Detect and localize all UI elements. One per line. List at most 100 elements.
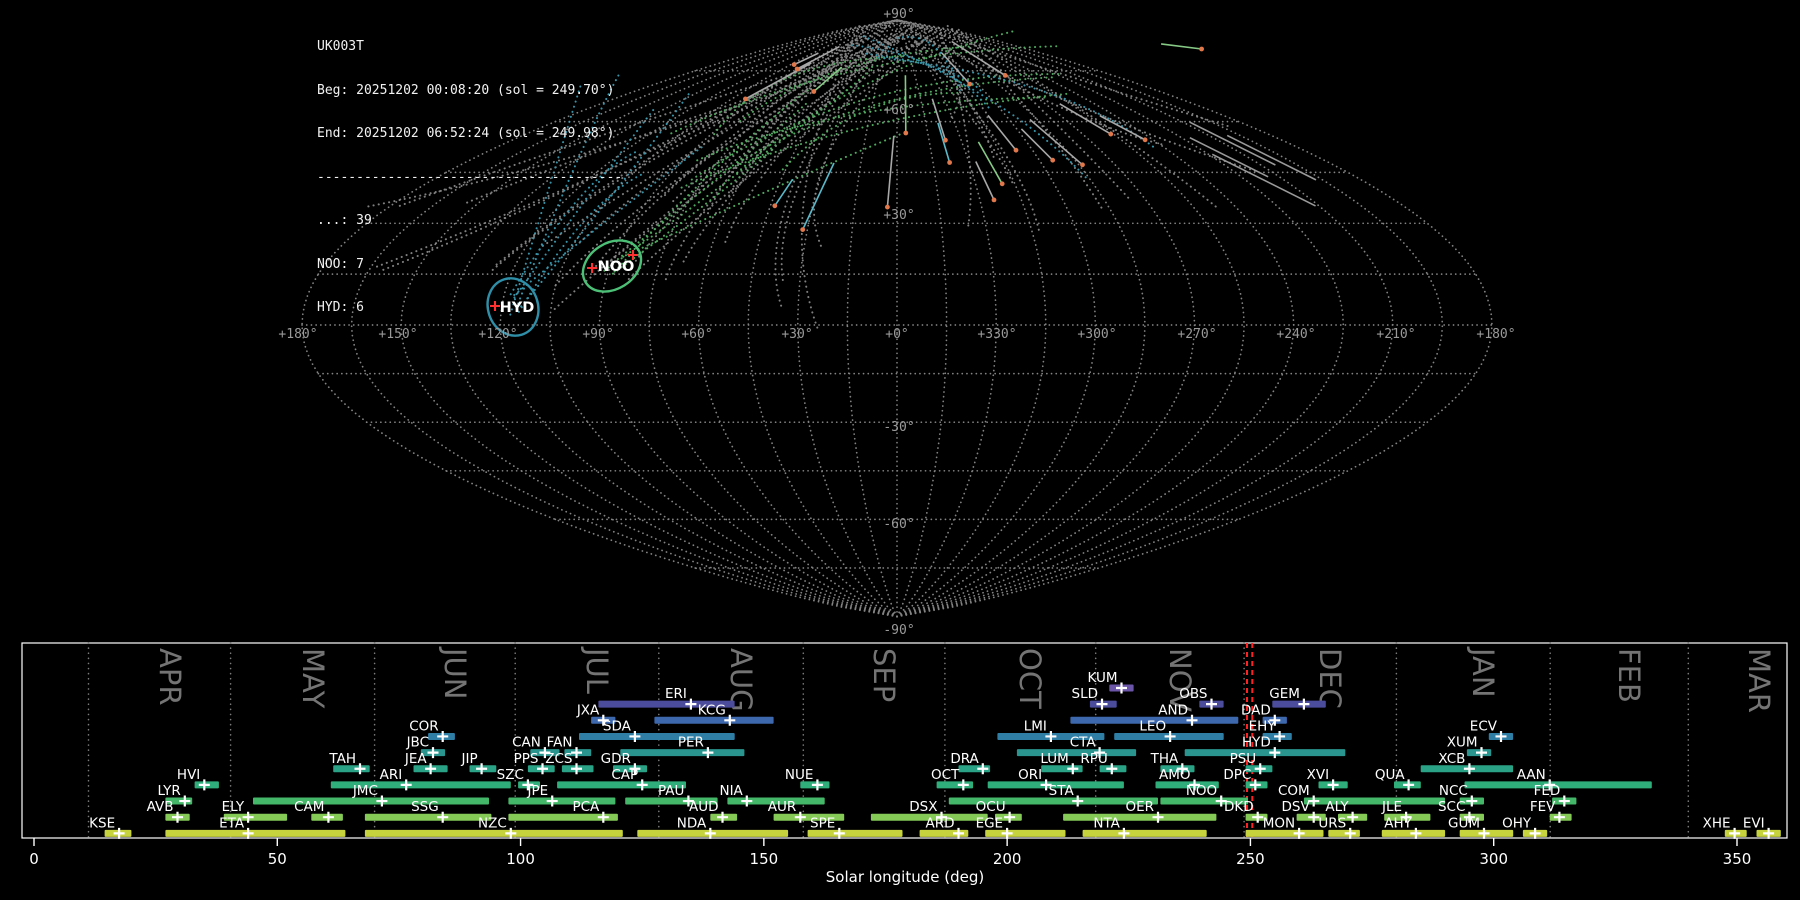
shower-label-STA: STA [1049, 783, 1075, 799]
shower-peak-marker-AHY [1410, 827, 1422, 839]
shower-peak-marker-ETA [242, 827, 254, 839]
shower-label-CTA: CTA [1070, 735, 1097, 751]
lat-label: +90° [883, 7, 914, 22]
shower-label-FEV: FEV [1530, 799, 1556, 815]
shower-label-KCG: KCG [698, 702, 726, 718]
x-tick-label: 300 [1479, 850, 1508, 868]
shower-peak-marker-AUR [794, 811, 806, 823]
shower-peak-marker-EHY [1274, 730, 1286, 742]
shower-peak-marker-HVI [198, 779, 210, 791]
shower-peak-marker-NDA [704, 827, 716, 839]
shower-label-CAM: CAM [294, 799, 324, 815]
shower-label-ORI: ORI [1018, 767, 1042, 783]
shower-peak-marker-OCU [1004, 811, 1016, 823]
shower-peak-marker-EGE [1001, 827, 1013, 839]
lon-label: +210° [1376, 327, 1415, 342]
shower-label-DPC: DPC [1223, 767, 1251, 783]
month-label-MAY: MAY [296, 648, 330, 709]
lat-label: -60° [883, 517, 914, 532]
x-tick-label: 50 [268, 850, 287, 868]
shower-peak-marker-LUM [1067, 763, 1079, 775]
shower-label-PPS: PPS [514, 751, 539, 767]
x-tick-label: 200 [993, 850, 1022, 868]
shower-label-NIA: NIA [719, 783, 743, 799]
shower-peak-marker-MON [1293, 827, 1305, 839]
month-label-MAR: MAR [1742, 648, 1776, 713]
shower-label-NUE: NUE [785, 767, 814, 783]
shower-label-NCC: NCC [1439, 783, 1468, 799]
shower-peak-marker-KSE [113, 827, 125, 839]
shower-peak-marker-OBS [1206, 698, 1217, 710]
shower-peak-marker-AUD [717, 811, 728, 823]
shower-label-CAP: CAP [611, 767, 638, 783]
x-tick-label: 350 [1723, 850, 1752, 868]
shower-peak-marker-SDA [629, 730, 641, 742]
shower-peak-marker-COM [1308, 795, 1320, 807]
shower-peak-marker-PSU [1254, 763, 1266, 775]
lon-label: +30° [781, 327, 812, 342]
x-tick-label: 150 [750, 850, 779, 868]
shower-label-ETA: ETA [219, 815, 245, 831]
shower-peak-marker-JEA [425, 763, 437, 775]
shower-label-AND: AND [1158, 702, 1188, 718]
shower-peak-marker-STA [1072, 795, 1084, 807]
shower-peak-marker-XUM [1476, 747, 1487, 759]
shower-label-AHY: AHY [1384, 815, 1412, 831]
shower-peak-marker-CAM [322, 811, 334, 823]
lon-label: +180° [1476, 327, 1515, 342]
shower-peak-marker-QUA [1403, 779, 1415, 791]
shower-bars: KUM ERI SLD OBS GEM JXA KCG AND DAD COR SDA LMI LEO E… [89, 670, 1781, 839]
shower-label-XHE: XHE [1703, 815, 1731, 831]
shower-label-COR: COR [409, 719, 438, 735]
shower-label-PAU: PAU [658, 783, 684, 799]
end-time: End: 20251202 06:52:24 (sol = 249.98°) [317, 126, 615, 141]
shower-peak-marker-SPE [833, 827, 845, 839]
shower-label-QUA: QUA [1375, 767, 1406, 783]
shower-peak-marker-ALY [1347, 811, 1359, 823]
lon-label: +330° [977, 327, 1016, 342]
shower-peak-marker-OHY [1529, 827, 1541, 839]
shower-label-ERI: ERI [665, 686, 687, 702]
activity-timeline [21, 642, 1788, 839]
lon-label: +180° [278, 327, 317, 342]
shower-label-PSU: PSU [1230, 751, 1257, 767]
shower-label-OCU: OCU [976, 799, 1006, 815]
lon-label: +240° [1276, 327, 1315, 342]
shower-label-COM: COM [1278, 783, 1310, 799]
shower-label-MON: MON [1263, 815, 1295, 831]
month-label-APR: APR [153, 648, 187, 705]
shower-peak-marker-ARI [400, 779, 412, 791]
month-label-JUN: JUN [438, 646, 472, 699]
month-label-SEP: SEP [867, 648, 901, 702]
shower-peak-marker-JMC [376, 795, 388, 807]
shower-peak-marker-GUM [1478, 827, 1490, 839]
shower-peak-marker-EVI [1763, 827, 1775, 839]
shower-label-THA: THA [1150, 751, 1179, 767]
shower-peak-marker-NIA [741, 795, 753, 807]
shower-peak-marker-JPE [546, 795, 558, 807]
station-id: UK003T [317, 39, 364, 54]
shower-label-HVI: HVI [177, 767, 200, 783]
month-label-FEB: FEB [1612, 648, 1646, 703]
shower-peak-marker-DRA [977, 763, 989, 775]
shower-label-JBC: JBC [406, 735, 429, 751]
x-tick-label: 250 [1236, 850, 1265, 868]
shower-label-NDA: NDA [677, 815, 707, 831]
shower-label-AMO: AMO [1159, 767, 1191, 783]
shower-label-CAN: CAN [512, 735, 541, 751]
shower-peak-marker-FEV [1553, 811, 1565, 823]
count-hyd: HYD: 6 [317, 300, 364, 315]
shower-peak-marker-SLD [1096, 698, 1108, 710]
shower-peak-marker-ZCS [571, 763, 582, 775]
shower-label-HYD: HYD [1242, 735, 1271, 751]
shower-label-DAD: DAD [1241, 702, 1271, 718]
lat-label: -90° [883, 623, 914, 638]
x-tick-label: 100 [506, 850, 535, 868]
shower-label-AUD: AUD [689, 799, 719, 815]
shower-peak-marker-LYR [179, 795, 191, 807]
shower-peak-marker-NCC [1466, 795, 1478, 807]
shower-label-OER: OER [1125, 799, 1154, 815]
timeline-x-axis: 0 50 100 150 200 250 300 350 Solar longitude (de… [29, 838, 1751, 886]
shower-label-AAN: AAN [1517, 767, 1546, 783]
lon-label: +300° [1077, 327, 1116, 342]
